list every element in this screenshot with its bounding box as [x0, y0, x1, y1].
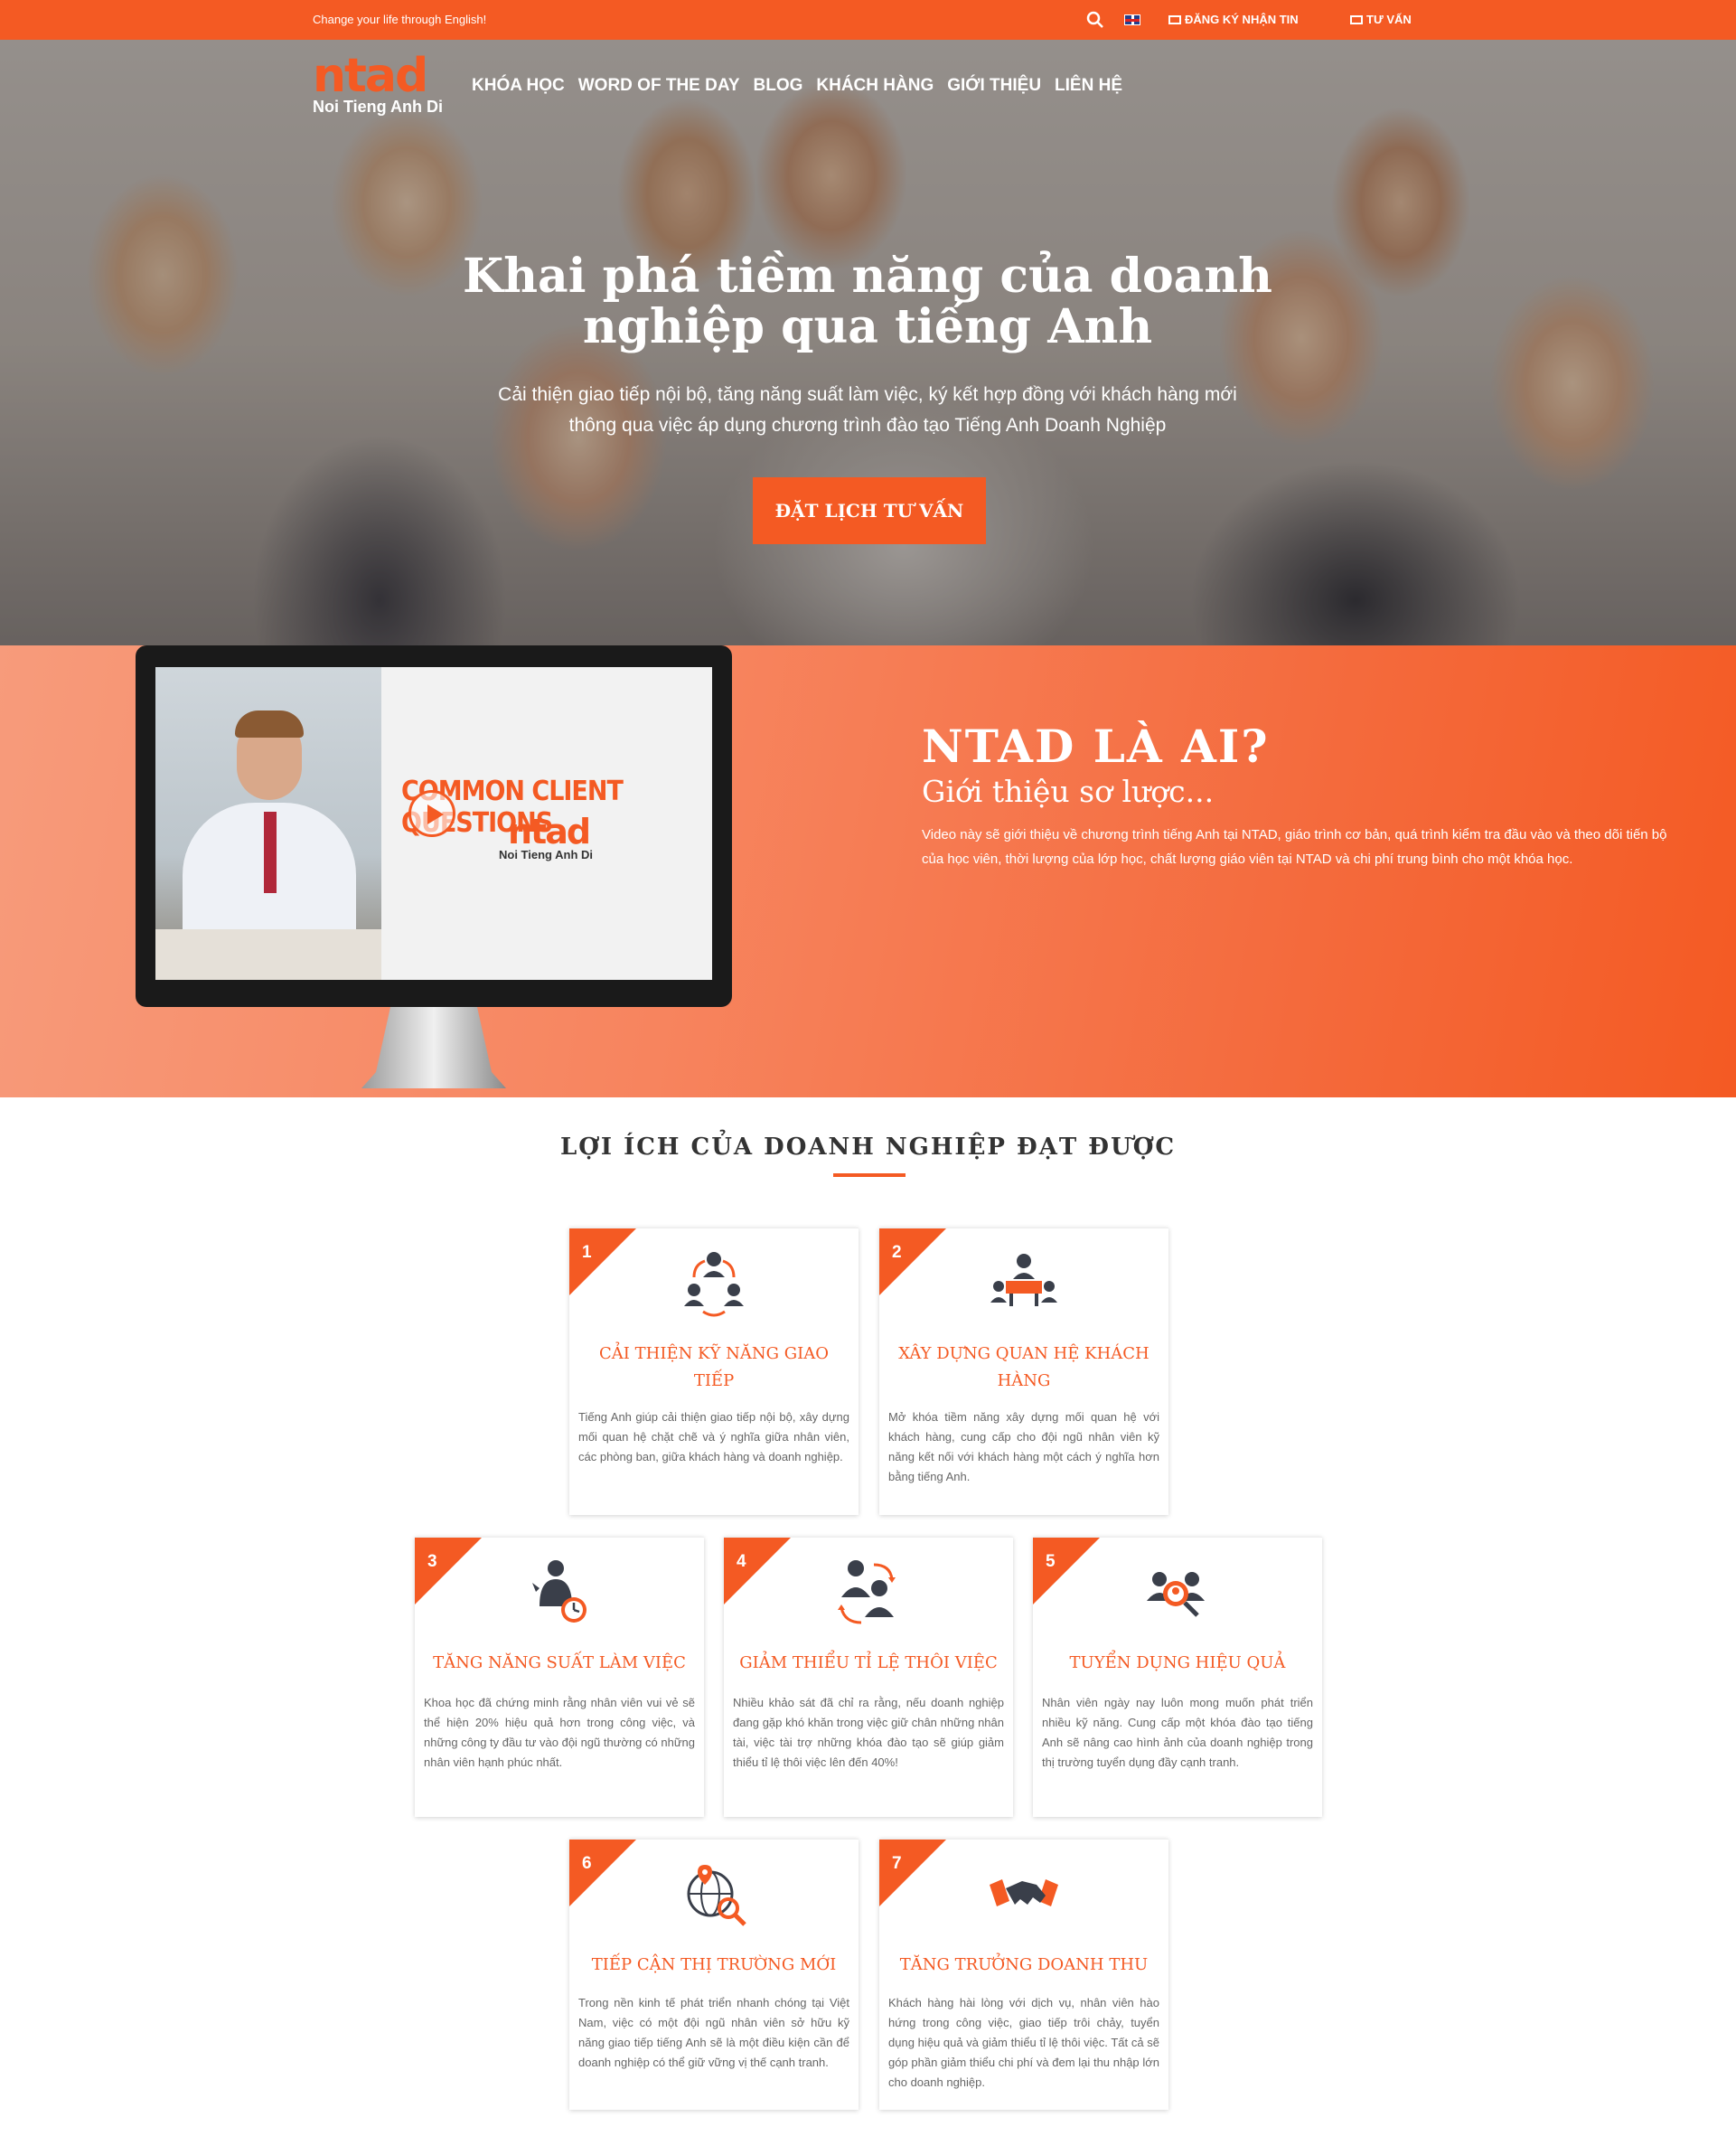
nav-item-word-of-the-day[interactable]: WORD OF THE DAY [578, 76, 740, 96]
card-text: Khách hàng hài lòng với dịch vụ, nhân vi… [888, 1996, 1159, 2089]
card-number: 3 [427, 1552, 437, 1571]
meeting-icon [990, 1254, 1057, 1306]
card-number: 5 [1046, 1552, 1056, 1571]
hero-banner [0, 40, 1736, 645]
card-text: Nhân viên ngày nay luôn mong muốn phát t… [1042, 1696, 1313, 1769]
card-title: XÂY DỰNG QUAN HỆ KHÁCH HÀNG [898, 1344, 1150, 1390]
benefit-card: 4 GIẢM THIỂU TỈ LỆ THÔI VIỆC Nhiều khảo … [724, 1537, 1013, 1817]
benefit-card: 7 TĂNG TRƯỞNG DOANH THU Khách hàng hài l… [879, 1839, 1168, 2110]
card-number: 2 [892, 1243, 902, 1262]
nav-item-courses[interactable]: KHÓA HỌC [472, 76, 565, 96]
card-number: 1 [582, 1243, 592, 1262]
card-number: 6 [582, 1854, 592, 1873]
card-number: 7 [892, 1854, 902, 1873]
uk-flag-icon[interactable] [1124, 14, 1140, 25]
card-text: Khoa học đã chứng minh rằng nhân viên vu… [424, 1696, 695, 1769]
benefit-card: 2 XÂY DỰNG QUAN HỆ KHÁCH HÀNG Mở khóa ti… [879, 1228, 1168, 1515]
card-title: CẢI THIỆN KỸ NĂNG GIAO TIẾP [599, 1344, 829, 1390]
consult-link[interactable]: TƯ VẤN [1350, 13, 1412, 26]
retention-icon [838, 1560, 896, 1624]
recruitment-icon [1147, 1572, 1205, 1617]
main-nav: KHÓA HỌC WORD OF THE DAY BLOG KHÁCH HÀNG… [472, 76, 1122, 96]
book-consultation-button[interactable]: ĐẶT LỊCH TƯ VẤN [753, 477, 986, 544]
subscribe-link[interactable]: ĐĂNG KÝ NHẬN TIN [1168, 13, 1299, 26]
about-title: NTAD LÀ AI? [922, 720, 1270, 773]
subscribe-label: ĐĂNG KÝ NHẬN TIN [1185, 13, 1299, 26]
video-logo: ntad [508, 812, 591, 852]
productivity-icon [532, 1560, 586, 1623]
title-underline [833, 1173, 906, 1177]
card-title: TUYỂN DỤNG HIỆU QUẢ [1069, 1653, 1286, 1672]
logo-subtitle: Noi Tieng Anh Di [313, 98, 443, 116]
handshake-icon [990, 1879, 1058, 1906]
benefit-card: 5 TUYỂN DỤNG HIỆU QUẢ Nhân viên ngày nay… [1033, 1537, 1322, 1817]
video-logo-subtitle: Noi Tieng Anh Di [499, 848, 593, 861]
card-text: Mở khóa tiềm năng xây dựng mối quan hệ v… [888, 1410, 1159, 1483]
video-monitor: COMMON CLIENT QUESTIONS ntad Noi Tieng A… [136, 645, 732, 1007]
video-player[interactable]: COMMON CLIENT QUESTIONS ntad Noi Tieng A… [155, 667, 712, 980]
nav-item-clients[interactable]: KHÁCH HÀNG [816, 76, 934, 96]
global-market-icon [687, 1865, 746, 1926]
benefit-card: 1 CẢI THIỆN KỸ NĂNG GIAO TIẾP Tiếng Anh … [569, 1228, 859, 1515]
envelope-icon [1168, 15, 1181, 24]
top-bar: Change your life through English! ĐĂNG K… [0, 0, 1736, 40]
nav-item-about[interactable]: GIỚI THIỆU [947, 76, 1041, 96]
about-description: Video này sẽ giới thiệu về chương trình … [922, 827, 1667, 867]
card-text: Tiếng Anh giúp cải thiện giao tiếp nội b… [578, 1410, 849, 1463]
play-icon[interactable] [408, 790, 455, 837]
site-logo[interactable]: ntad Noi Tieng Anh Di [313, 52, 448, 119]
card-text: Trong nền kinh tế phát triển nhanh chóng… [578, 1996, 849, 2069]
consult-label: TƯ VẤN [1366, 13, 1412, 26]
benefit-card: 3 TĂNG NĂNG SUẤT LÀM VIỆC Khoa học đã ch… [415, 1537, 704, 1817]
logo-mark: ntad [313, 49, 428, 103]
search-icon[interactable] [1086, 11, 1104, 29]
card-title: TIẾP CẬN THỊ TRƯỜNG MỚI [591, 1955, 837, 1974]
card-title: GIẢM THIỂU TỈ LỆ THÔI VIỆC [739, 1653, 998, 1672]
nav-item-contact[interactable]: LIÊN HỆ [1055, 76, 1122, 96]
nav-item-blog[interactable]: BLOG [754, 76, 803, 96]
card-title: TĂNG NĂNG SUẤT LÀM VIỆC [433, 1653, 686, 1672]
benefits-title: LỢI ÍCH CỦA DOANH NGHIỆP ĐẠT ĐƯỢC [559, 1134, 1177, 1161]
communication-icon [684, 1252, 744, 1317]
card-text: Nhiều khảo sát đã chỉ ra rằng, nếu doanh… [733, 1696, 1004, 1769]
tagline: Change your life through English! [313, 13, 487, 26]
card-title: TĂNG TRƯỞNG DOANH THU [899, 1955, 1149, 1974]
benefit-card: 6 TIẾP CẬN THỊ TRƯỜNG MỚI Trong nền kinh… [569, 1839, 859, 2110]
card-number: 4 [737, 1552, 746, 1571]
hero-overlay [0, 40, 1736, 645]
envelope-icon [1350, 15, 1363, 24]
about-subtitle: Giới thiệu sơ lược... [922, 774, 1215, 809]
